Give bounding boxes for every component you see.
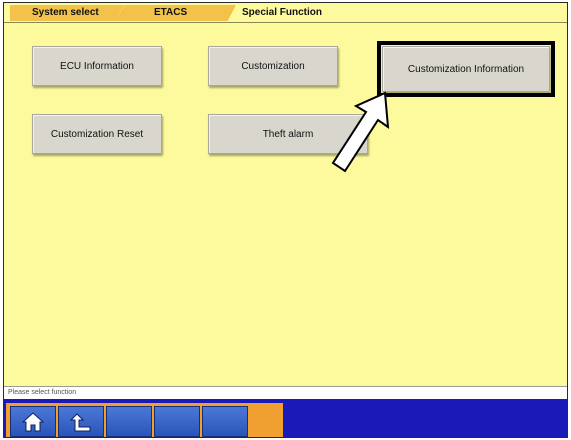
breadcrumb-special-function: Special Function (228, 5, 567, 21)
breadcrumb-system-select[interactable]: System select (10, 5, 124, 21)
customization-information-button[interactable]: Customization Information (382, 46, 550, 92)
customization-reset-button[interactable]: Customization Reset (32, 114, 162, 154)
customization-button[interactable]: Customization (208, 46, 338, 86)
toolbar-button-panel (6, 403, 283, 437)
breadcrumb-divider (4, 22, 567, 23)
breadcrumb: System select ETACS Special Function (4, 3, 567, 23)
bottom-toolbar (4, 399, 567, 437)
ecu-information-button[interactable]: ECU Information (32, 46, 162, 86)
toolbar-slot-5[interactable] (202, 406, 248, 437)
breadcrumb-etacs[interactable]: ETACS (116, 5, 236, 21)
special-function-screen: System select ETACS Special Function ECU… (3, 2, 568, 438)
status-message: Please select function (4, 386, 567, 399)
toolbar-slot-4[interactable] (154, 406, 200, 437)
back-button[interactable] (58, 406, 104, 437)
toolbar-slot-3[interactable] (106, 406, 152, 437)
theft-alarm-button[interactable]: Theft alarm (208, 114, 368, 154)
home-button[interactable] (10, 406, 56, 437)
home-icon (22, 411, 44, 431)
back-icon (70, 412, 91, 431)
